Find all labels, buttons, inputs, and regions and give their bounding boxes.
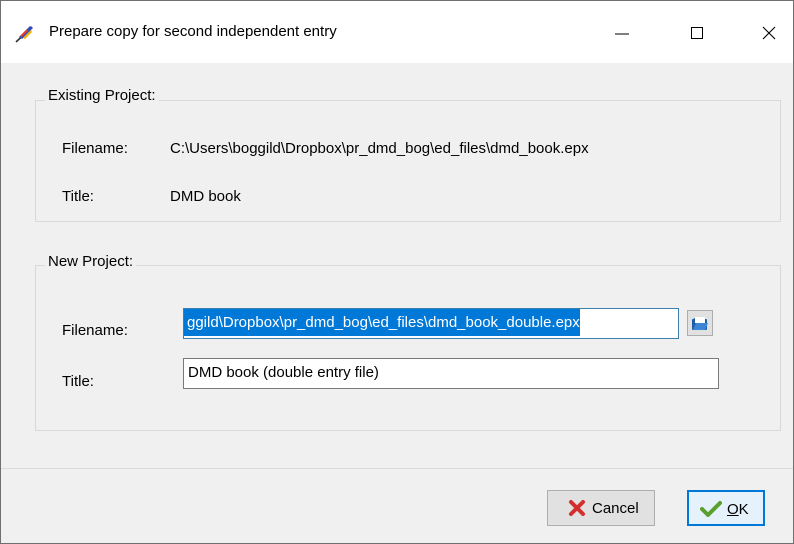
new-filename-selected-text: ggild\Dropbox\pr_dmd_bog\ed_files\dmd_bo… xyxy=(184,309,580,336)
red-x-icon xyxy=(568,499,586,521)
cancel-button[interactable]: Cancel xyxy=(547,490,655,526)
quill-pen-icon xyxy=(15,25,35,43)
existing-title-label: Title: xyxy=(62,188,94,205)
cancel-button-label: Cancel xyxy=(592,500,639,517)
new-project-legend: New Project: xyxy=(45,253,137,270)
existing-project-group xyxy=(35,100,781,222)
close-button[interactable] xyxy=(754,19,784,47)
new-filename-input[interactable]: ggild\Dropbox\pr_dmd_bog\ed_files\dmd_bo… xyxy=(183,308,679,339)
existing-project-legend: Existing Project: xyxy=(45,87,159,104)
dialog-window: Prepare copy for second independent entr… xyxy=(0,0,794,544)
existing-title-value: DMD book xyxy=(170,188,241,205)
green-check-icon xyxy=(700,500,722,522)
window-title: Prepare copy for second independent entr… xyxy=(49,23,337,40)
existing-filename-value: C:\Users\boggild\Dropbox\pr_dmd_bog\ed_f… xyxy=(170,140,589,157)
open-folder-icon xyxy=(692,317,708,330)
existing-filename-label: Filename: xyxy=(62,140,128,157)
title-bar[interactable]: Prepare copy for second independent entr… xyxy=(1,1,793,63)
new-title-input-value: DMD book (double entry file) xyxy=(188,364,379,381)
ok-button-label: OK xyxy=(727,501,749,518)
footer-divider xyxy=(1,468,793,469)
new-title-label: Title: xyxy=(62,373,94,390)
maximize-button[interactable] xyxy=(682,19,712,47)
minimize-button[interactable] xyxy=(607,19,637,47)
new-title-input[interactable]: DMD book (double entry file) xyxy=(183,358,719,389)
browse-file-button[interactable] xyxy=(687,310,713,336)
ok-button[interactable]: OK xyxy=(687,490,765,526)
ok-label-rest: K xyxy=(738,501,749,518)
ok-mnemonic: O xyxy=(727,501,739,518)
new-project-group xyxy=(35,265,781,431)
new-filename-label: Filename: xyxy=(62,322,128,339)
